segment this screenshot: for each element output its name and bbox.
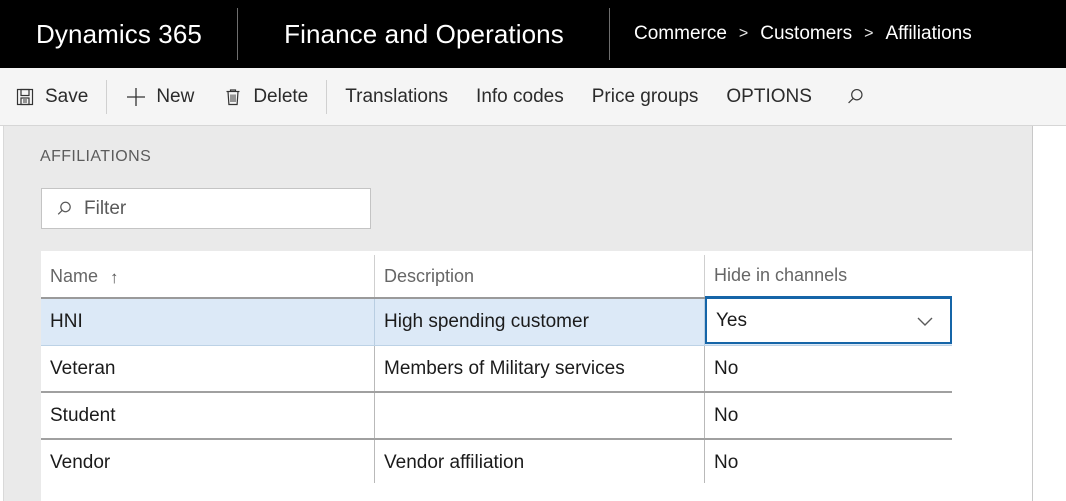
- delete-button[interactable]: Delete: [208, 68, 322, 126]
- cell-name[interactable]: Student: [41, 393, 375, 438]
- chevron-down-icon[interactable]: [914, 310, 936, 332]
- cell-hide-in-channels[interactable]: No: [705, 346, 952, 391]
- grid-header-row: Name ↑ Description Hide in channels: [41, 255, 952, 299]
- save-icon: [14, 86, 36, 108]
- search-icon: [844, 86, 866, 108]
- breadcrumb: Commerce > Customers > Affiliations: [610, 0, 1066, 68]
- column-header-name[interactable]: Name ↑: [41, 255, 375, 297]
- grid-empty-area: [41, 483, 952, 501]
- cell-hide-in-channels[interactable]: Yes: [705, 299, 952, 345]
- top-navigation-bar: Dynamics 365 Finance and Operations Comm…: [0, 0, 1066, 68]
- translations-button[interactable]: Translations: [331, 68, 462, 126]
- price-groups-label: Price groups: [591, 85, 699, 107]
- breadcrumb-item-customers[interactable]: Customers: [760, 23, 852, 45]
- table-row[interactable]: Student No: [41, 393, 952, 440]
- product-name[interactable]: Finance and Operations: [238, 0, 610, 68]
- cell-description[interactable]: Vendor affiliation: [375, 440, 705, 485]
- delete-label: Delete: [253, 85, 309, 107]
- breadcrumb-separator: >: [864, 25, 874, 42]
- brand-dynamics365[interactable]: Dynamics 365: [0, 0, 238, 68]
- table-row[interactable]: Veteran Members of Military services No: [41, 346, 952, 393]
- toolbar-search-button[interactable]: [826, 68, 884, 126]
- options-label: OPTIONS: [726, 85, 812, 107]
- cell-description[interactable]: High spending customer: [375, 299, 705, 345]
- search-icon: [54, 199, 74, 219]
- save-label: Save: [45, 85, 89, 107]
- cell-name[interactable]: Veteran: [41, 346, 375, 391]
- page-content: AFFILIATIONS Name ↑ Description: [0, 126, 1066, 501]
- table-row[interactable]: HNI High spending customer Yes: [41, 299, 952, 346]
- column-header-hide-in-channels-label: Hide in channels: [714, 265, 848, 285]
- new-button[interactable]: New: [111, 68, 208, 126]
- product-label: Finance and Operations: [284, 18, 564, 49]
- hide-in-channels-dropdown[interactable]: Yes: [705, 299, 952, 344]
- cell-hide-in-channels[interactable]: No: [705, 440, 952, 485]
- filter-box[interactable]: [41, 188, 371, 229]
- cell-description[interactable]: [375, 393, 705, 438]
- new-label: New: [156, 85, 195, 107]
- affiliations-grid: Name ↑ Description Hide in channels HNI …: [41, 255, 952, 487]
- hide-in-channels-value: Yes: [716, 309, 747, 331]
- app-window: Dynamics 365 Finance and Operations Comm…: [0, 0, 1066, 501]
- translations-label: Translations: [345, 85, 449, 107]
- toolbar-divider: [326, 79, 328, 114]
- options-button[interactable]: OPTIONS: [712, 68, 826, 126]
- brand-label: Dynamics 365: [36, 18, 202, 49]
- content-right-border: [1032, 126, 1033, 501]
- cell-name[interactable]: HNI: [41, 299, 375, 345]
- search-input[interactable]: [84, 197, 334, 220]
- info-codes-button[interactable]: Info codes: [462, 68, 578, 126]
- breadcrumb-separator: >: [738, 25, 749, 42]
- trash-icon: [222, 86, 244, 108]
- cell-name[interactable]: Vendor: [41, 440, 375, 485]
- cell-description[interactable]: Members of Military services: [375, 346, 705, 391]
- action-toolbar: Save New Delete Translations Info codes …: [0, 68, 1066, 126]
- column-header-hide-in-channels[interactable]: Hide in channels: [705, 255, 952, 299]
- plus-icon: [125, 86, 147, 108]
- save-button[interactable]: Save: [0, 68, 102, 126]
- table-row[interactable]: Vendor Vendor affiliation No: [41, 440, 952, 487]
- page-title: AFFILIATIONS: [40, 148, 152, 165]
- price-groups-button[interactable]: Price groups: [578, 68, 713, 126]
- breadcrumb-item-affiliations[interactable]: Affiliations: [885, 23, 971, 45]
- breadcrumb-item-commerce[interactable]: Commerce: [634, 23, 727, 45]
- info-codes-label: Info codes: [476, 85, 564, 107]
- sort-ascending-icon: ↑: [110, 267, 119, 287]
- cell-hide-in-channels[interactable]: No: [705, 393, 952, 438]
- column-header-description-label: Description: [384, 265, 475, 286]
- toolbar-divider: [106, 79, 108, 114]
- column-header-description[interactable]: Description: [375, 255, 705, 297]
- column-header-name-label: Name: [50, 265, 99, 286]
